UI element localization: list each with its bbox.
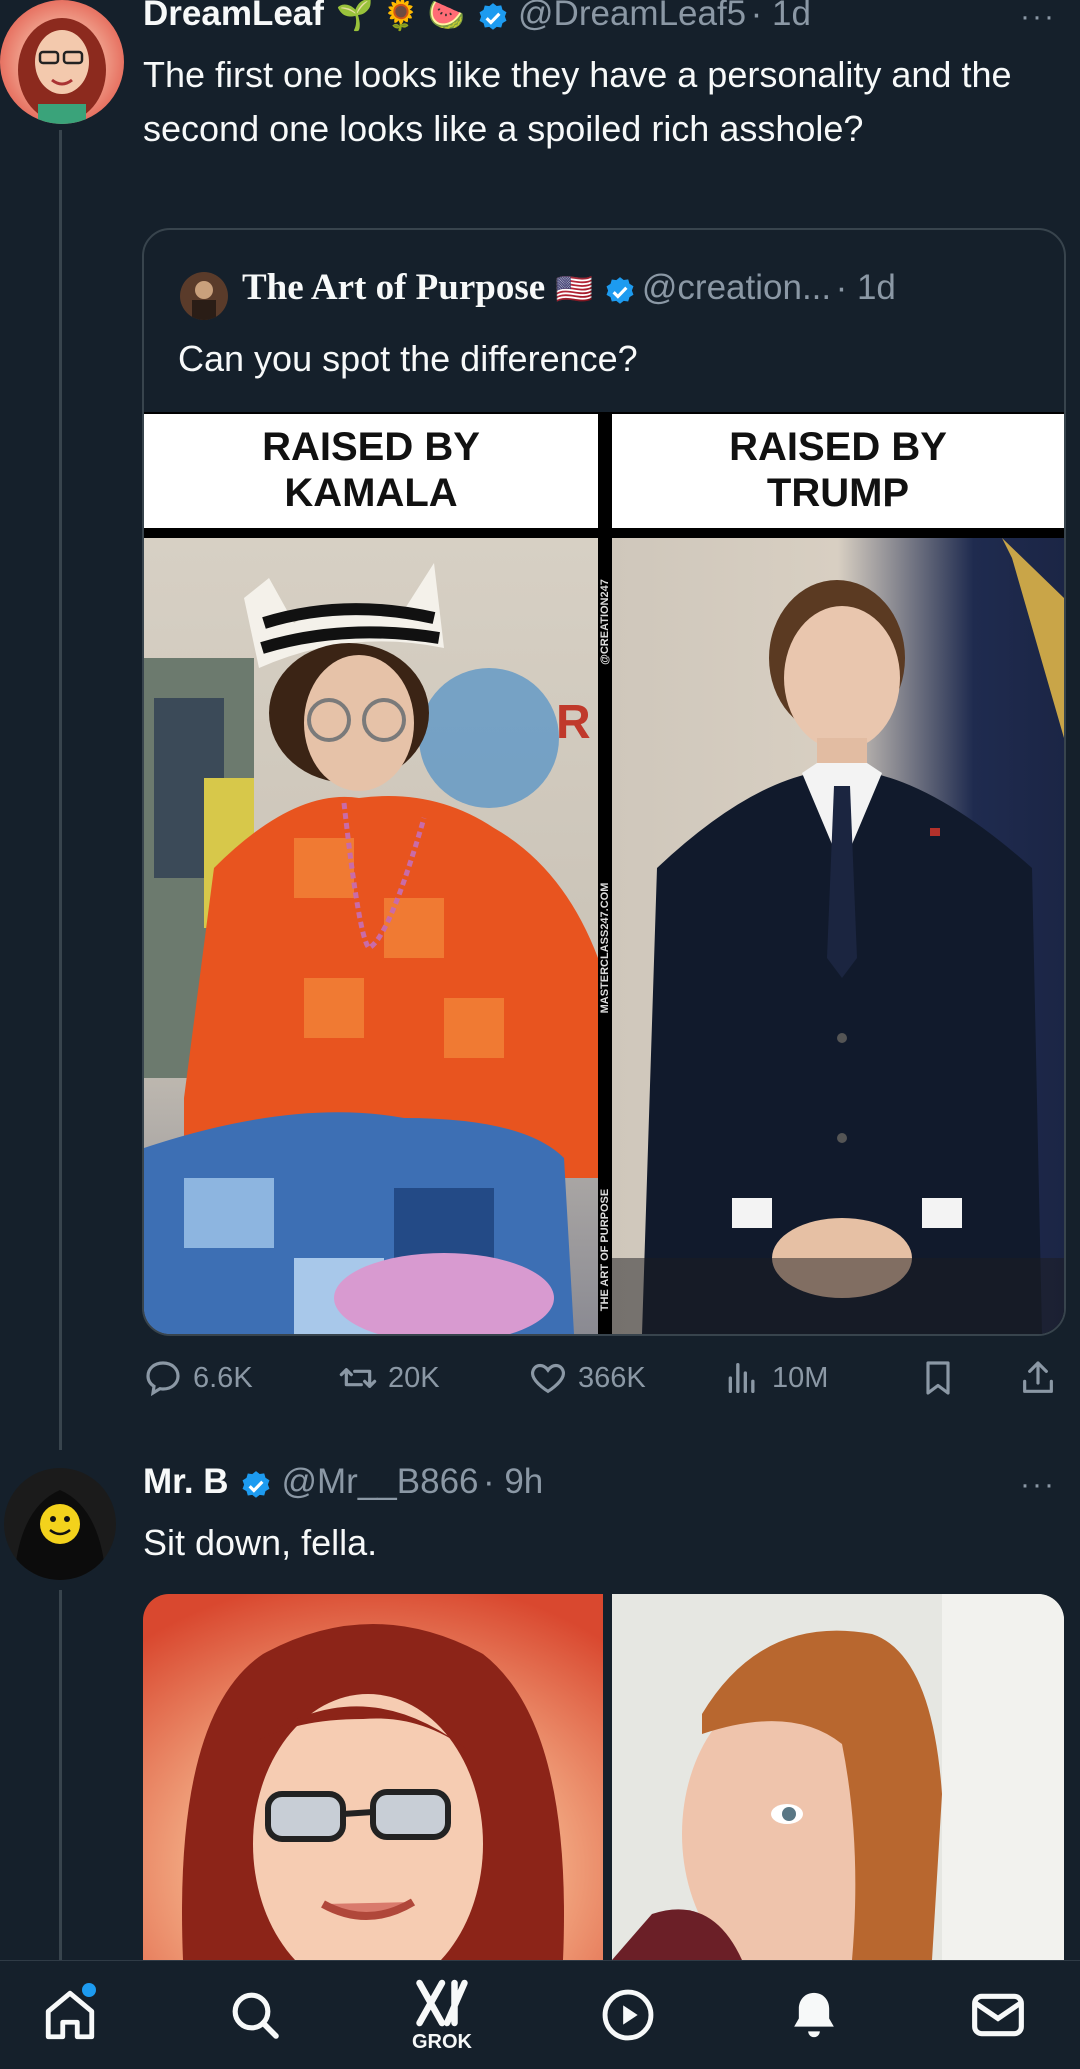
flag-icon: 🇺🇸 <box>555 273 593 306</box>
nav-messages[interactable] <box>948 1961 1048 2069</box>
grok-label: GROK <box>412 2030 472 2053</box>
verified-badge-icon <box>603 275 637 314</box>
right-label-line1: RAISED BY <box>729 425 947 469</box>
grok-icon <box>416 1979 468 2026</box>
views-icon <box>728 1363 755 1393</box>
handle[interactable]: @DreamLeaf5 <box>518 0 746 33</box>
views-count: 10M <box>772 1361 829 1394</box>
search-icon <box>232 1992 279 2039</box>
right-label-line2: TRUMP <box>766 471 910 515</box>
quote-media-image[interactable]: RAISED BY KAMALA RAISED BY TRUMP R @CREA… <box>144 412 1064 1334</box>
tweet-text: Sit down, fella. <box>143 1522 378 1563</box>
like-button[interactable]: 366K <box>528 1358 646 1398</box>
bookmark-icon <box>926 1361 950 1395</box>
views-button[interactable]: 10M <box>722 1358 828 1398</box>
reply-count: 6.6K <box>193 1361 253 1394</box>
reply-button[interactable]: 6.6K <box>143 1358 253 1398</box>
nav-video[interactable] <box>578 1961 678 2069</box>
watermark-top: @CREATION247 <box>599 579 611 665</box>
tweet-header: DreamLeaf 🌱 🌻 🍉 @DreamLeaf5 · 1d <box>143 0 811 38</box>
messages-icon <box>972 1993 1024 2037</box>
quote-handle[interactable]: @creation... <box>642 268 831 307</box>
right-photo <box>612 538 1064 1334</box>
handle[interactable]: @Mr__B866 <box>281 1462 478 1501</box>
reply-icon <box>146 1361 180 1397</box>
tweet-header: Mr. B @Mr__B866 · 9h <box>143 1462 543 1508</box>
tweet-text: The first one looks like they have a per… <box>143 54 1012 149</box>
nav-search[interactable] <box>205 1961 305 2069</box>
quote-tweet-card[interactable]: The Art of Purpose 🇺🇸 @creation... · 1d … <box>142 228 1066 1336</box>
more-options-icon[interactable]: ··· <box>1020 1468 1056 1502</box>
watermark-mid: MASTERCLASS247.COM <box>599 882 611 1014</box>
notification-dot <box>82 1983 96 1997</box>
verified-badge-icon <box>239 1469 273 1508</box>
more-options-icon[interactable]: ··· <box>1020 0 1056 34</box>
name-emojis: 🌱 🌻 🍉 <box>336 0 466 32</box>
thread-line <box>59 130 62 1450</box>
left-label-line1: RAISED BY <box>262 425 480 469</box>
svg-text:R: R <box>556 696 591 749</box>
share-button[interactable] <box>1018 1358 1068 1398</box>
nav-grok[interactable]: GROK <box>392 1961 492 2069</box>
left-photo: R <box>144 538 598 1334</box>
thread-line <box>59 1590 62 1960</box>
nav-home[interactable] <box>20 1961 120 2069</box>
avatar[interactable] <box>4 1468 116 1580</box>
watermark-bottom: THE ART OF PURPOSE <box>599 1188 611 1312</box>
quote-timestamp[interactable]: · 1d <box>836 268 896 307</box>
repost-count: 20K <box>388 1361 440 1394</box>
avatar[interactable] <box>0 0 124 124</box>
notifications-icon <box>794 1992 834 2038</box>
display-name[interactable]: DreamLeaf <box>143 0 324 33</box>
repost-icon <box>339 1368 377 1388</box>
quote-display-name[interactable]: The Art of Purpose <box>242 267 545 308</box>
quote-text: Can you spot the difference? <box>178 338 638 379</box>
heart-icon <box>531 1363 565 1394</box>
quote-avatar[interactable] <box>180 272 228 320</box>
timestamp[interactable]: · 1d <box>751 0 811 33</box>
right-label-box: RAISED BY TRUMP <box>612 414 1064 528</box>
share-icon <box>1023 1361 1053 1393</box>
bottom-navigation: GROK <box>0 1960 1080 2069</box>
left-label-box: RAISED BY KAMALA <box>144 414 598 528</box>
nav-notifications[interactable] <box>764 1961 864 2069</box>
media-image-2[interactable] <box>612 1594 1064 1960</box>
like-count: 366K <box>578 1361 646 1394</box>
repost-button[interactable]: 20K <box>338 1358 440 1398</box>
timestamp[interactable]: · 9h <box>483 1462 543 1501</box>
bookmark-button[interactable] <box>918 1358 968 1398</box>
display-name[interactable]: Mr. B <box>143 1462 229 1501</box>
media-image-1[interactable] <box>143 1594 603 1960</box>
quote-header: The Art of Purpose 🇺🇸 @creation... · 1d <box>242 266 896 314</box>
video-icon <box>602 1989 654 2041</box>
verified-badge-icon <box>476 1 510 40</box>
left-label-line2: KAMALA <box>284 471 458 515</box>
